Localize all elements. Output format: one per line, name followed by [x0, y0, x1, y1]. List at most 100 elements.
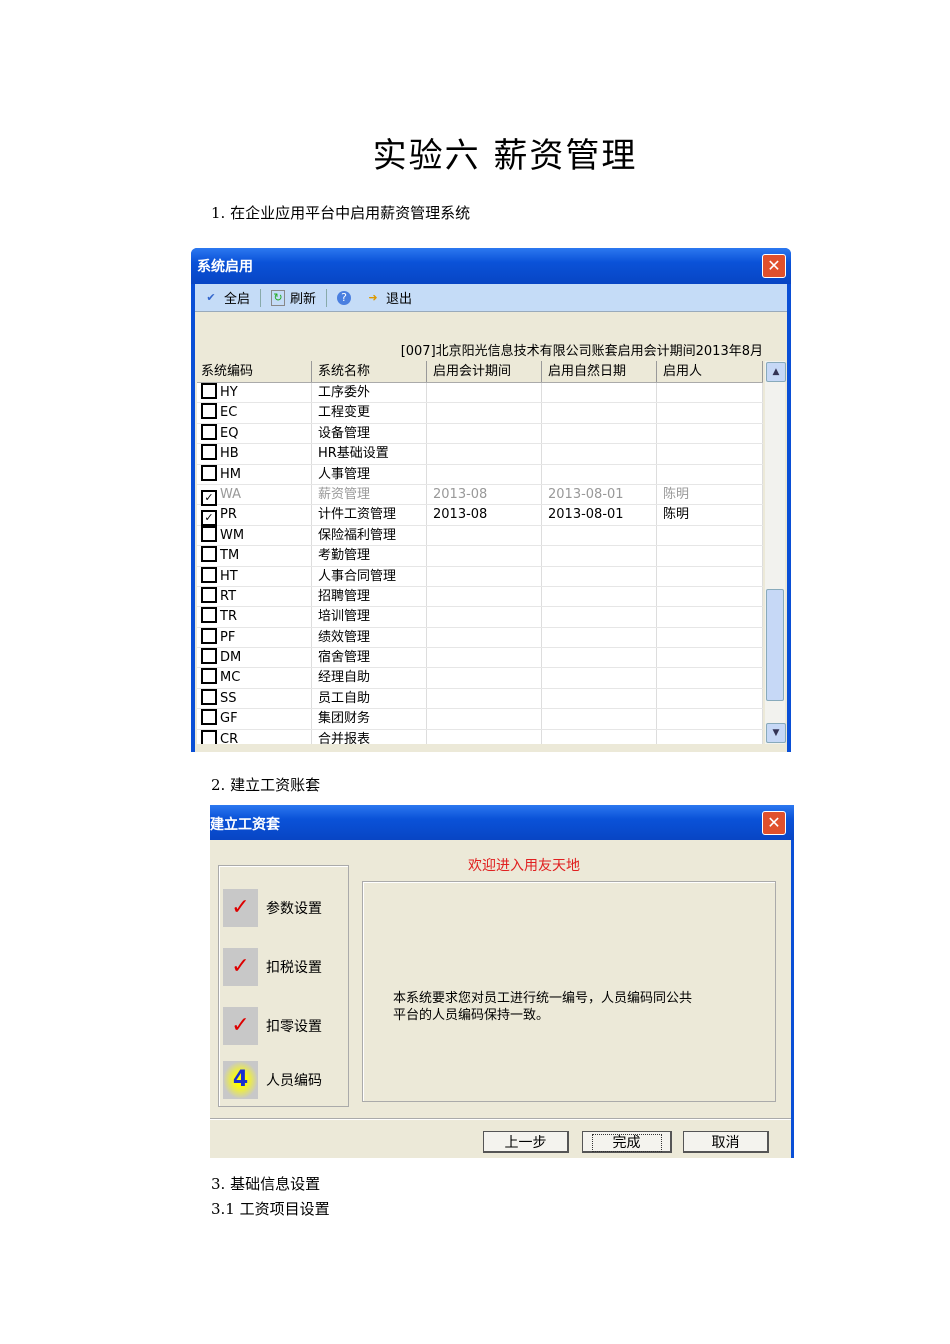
cell-date [542, 607, 657, 627]
cell-name: 工程变更 [312, 403, 427, 423]
cell-code: RT [197, 586, 312, 607]
cell-code: HT [197, 566, 312, 586]
table-row[interactable]: HB HR基础设置 [197, 444, 763, 465]
cell-period [427, 403, 542, 423]
cell-user [657, 464, 763, 484]
step-item[interactable]: ✓ 参数设置 [223, 889, 322, 927]
checkbox[interactable] [201, 403, 217, 420]
step-item-current[interactable]: 4 人员编码 [223, 1061, 322, 1099]
table-row[interactable]: RT 招聘管理 [197, 586, 763, 608]
close-icon[interactable]: ✕ [762, 254, 786, 278]
help-icon: ? [337, 290, 352, 305]
cell-user [657, 627, 763, 648]
dialog-titlebar: 系统启用 ✕ [191, 248, 791, 284]
cell-name: HR基础设置 [312, 444, 427, 464]
table-row[interactable]: TR 培训管理 [197, 607, 763, 628]
toolbar: ✔ 全启 ↻ 刷新 ? ➜ 退出 [195, 284, 787, 312]
checkbox[interactable] [201, 444, 217, 461]
cell-period [427, 546, 542, 566]
checkbox[interactable] [201, 525, 217, 542]
checkbox[interactable] [201, 423, 217, 440]
cell-period [427, 729, 542, 744]
cell-period: 2013-08 [427, 484, 542, 505]
table-row[interactable]: PF 绩效管理 [197, 627, 763, 649]
table-row[interactable]: GF 集团财务 [197, 709, 763, 730]
checkbox[interactable] [201, 729, 217, 744]
table-row[interactable]: WM 保险福利管理 [197, 525, 763, 547]
cell-name: 设备管理 [312, 423, 427, 444]
cell-user [657, 403, 763, 423]
cell-period [427, 627, 542, 648]
cell-code: PF [197, 627, 312, 648]
checkbox[interactable] [201, 586, 217, 603]
column-header[interactable]: 系统名称 [312, 361, 427, 382]
enable-all-button[interactable]: ✔ 全启 [199, 288, 254, 308]
exit-icon: ➜ [368, 290, 378, 304]
table-row[interactable]: ✓ PR 计件工资管理 2013-08 2013-08-01 陈明 [197, 505, 763, 527]
table-header: 系统编码 系统名称 启用会计期间 启用自然日期 启用人 [197, 361, 763, 383]
dialog-title: 建立工资套 [210, 817, 280, 833]
table-row[interactable]: EC 工程变更 [197, 403, 763, 424]
table-row[interactable]: ✓ WA 薪资管理 2013-08 2013-08-01 陈明 [197, 484, 763, 506]
document-title: 实验六 薪资管理 [372, 136, 638, 176]
step-item[interactable]: ✓ 扣税设置 [223, 948, 322, 986]
cancel-button[interactable]: 取消 [683, 1131, 769, 1153]
checkbox[interactable] [201, 709, 217, 726]
previous-button[interactable]: 上一步 [483, 1131, 569, 1153]
cell-name: 计件工资管理 [312, 505, 427, 525]
checkbox[interactable]: ✓ [201, 510, 217, 527]
scroll-thumb[interactable] [766, 589, 784, 701]
cell-period [427, 566, 542, 586]
cell-date [542, 688, 657, 709]
step-item[interactable]: ✓ 扣零设置 [223, 1007, 322, 1045]
cell-name: 宿舍管理 [312, 648, 427, 668]
help-button[interactable]: ? [333, 290, 355, 305]
cell-period [427, 648, 542, 668]
table-row[interactable]: HM 人事管理 [197, 464, 763, 485]
column-header[interactable]: 启用自然日期 [542, 361, 657, 382]
checkbox[interactable] [201, 566, 217, 583]
cell-code: DM [197, 648, 312, 668]
table-row[interactable]: EQ 设备管理 [197, 423, 763, 445]
table-row[interactable]: DM 宿舍管理 [197, 648, 763, 669]
table-row[interactable]: TM 考勤管理 [197, 546, 763, 567]
checkbox[interactable] [201, 464, 217, 481]
checkbox[interactable] [201, 607, 217, 624]
cell-code: WM [197, 525, 312, 546]
checkbox[interactable] [201, 668, 217, 685]
checkbox[interactable] [201, 627, 217, 644]
checkbox[interactable] [201, 688, 217, 705]
finish-button[interactable]: 完成 [582, 1131, 672, 1153]
table-row[interactable]: MC 经理自助 [197, 668, 763, 689]
table-row[interactable]: HY 工序委外 [197, 383, 763, 404]
cell-code: GF [197, 709, 312, 729]
refresh-button[interactable]: ↻ 刷新 [267, 288, 320, 307]
cell-user: 陈明 [657, 505, 763, 525]
close-icon[interactable]: ✕ [762, 811, 786, 835]
welcome-text: 欢迎进入用友天地 [468, 858, 580, 874]
cell-name: 人事管理 [312, 464, 427, 484]
exit-button[interactable]: ➜ 退出 [361, 288, 416, 308]
cell-period [427, 688, 542, 709]
column-header[interactable]: 启用会计期间 [427, 361, 542, 382]
checkbox[interactable]: ✓ [201, 489, 217, 506]
table-row[interactable]: CR 合并报表 [197, 729, 763, 744]
cell-code: HB [197, 444, 312, 464]
cell-period [427, 444, 542, 464]
content-panel: 本系统要求您对员工进行统一编号，人员编码同公共 平台的人员编码保持一致。 [362, 881, 776, 1102]
checkbox[interactable] [201, 648, 217, 665]
cell-date [542, 423, 657, 444]
scroll-up-icon[interactable]: ▲ [766, 362, 786, 382]
cell-name: 招聘管理 [312, 586, 427, 607]
cell-user [657, 648, 763, 668]
checkbox[interactable] [201, 546, 217, 563]
vertical-scrollbar[interactable]: ▲ ▼ [765, 361, 786, 744]
scroll-down-icon[interactable]: ▼ [766, 723, 786, 743]
cell-code: ✓ WA [197, 484, 312, 506]
checkbox[interactable] [201, 383, 217, 399]
instruction-text: 本系统要求您对员工进行统一编号，人员编码同公共 平台的人员编码保持一致。 [393, 991, 693, 1023]
column-header[interactable]: 系统编码 [197, 361, 312, 382]
table-row[interactable]: HT 人事合同管理 [197, 566, 763, 587]
column-header[interactable]: 启用人 [657, 361, 763, 382]
table-row[interactable]: SS 员工自助 [197, 688, 763, 710]
